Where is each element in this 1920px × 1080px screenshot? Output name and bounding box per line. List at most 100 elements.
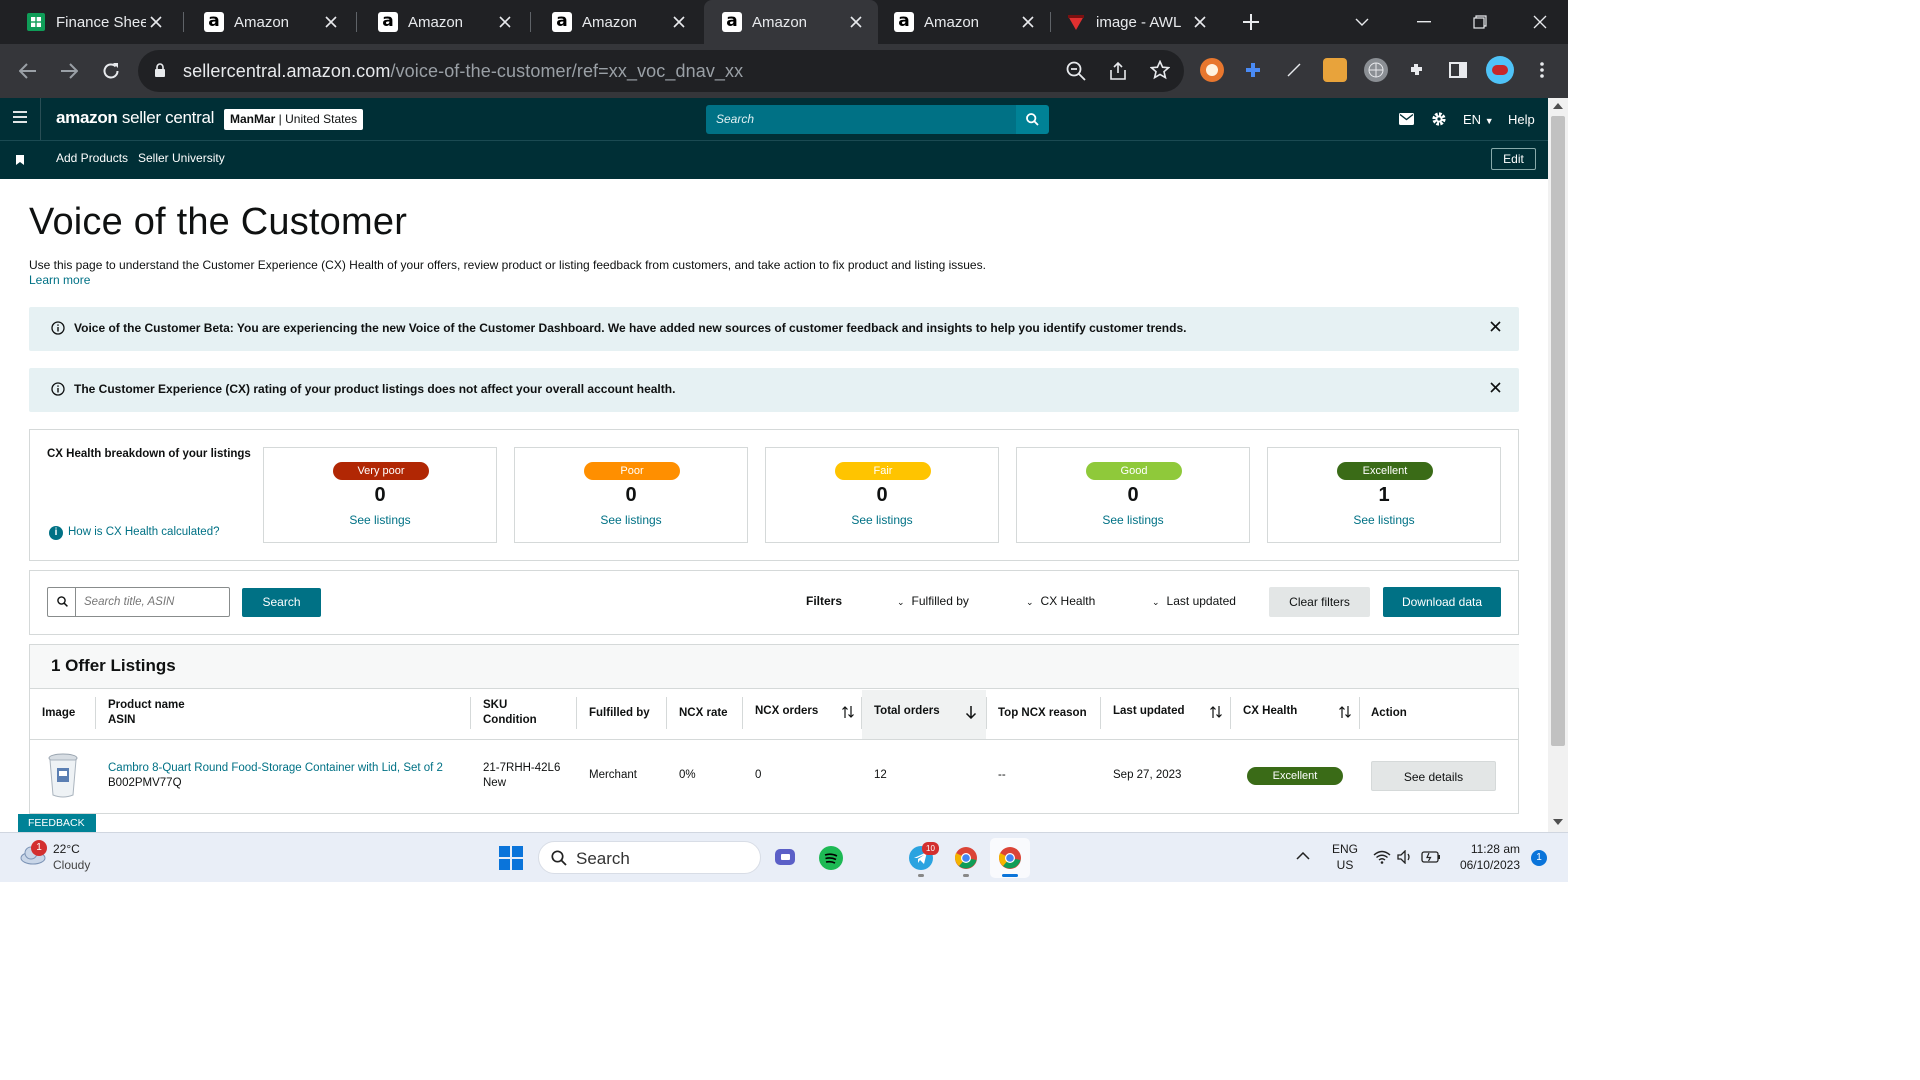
close-tab-icon[interactable] <box>1190 12 1210 32</box>
header-search-button[interactable] <box>1016 105 1049 134</box>
header-search-input[interactable]: Search <box>706 105 1016 134</box>
close-icon[interactable] <box>1490 321 1501 332</box>
close-tab-icon[interactable] <box>321 12 341 32</box>
chrome-active-icon[interactable] <box>997 845 1023 871</box>
sort-icon[interactable] <box>1339 705 1353 719</box>
extensions-puzzle-icon[interactable] <box>1405 58 1429 82</box>
seller-central-logo[interactable]: amazon seller central <box>56 108 214 128</box>
input-language[interactable]: ENG <box>1332 842 1358 856</box>
account-switcher[interactable]: ManMar | United States <box>224 109 364 130</box>
column-ncx-orders[interactable]: NCX orders <box>755 704 818 719</box>
awl-icon <box>1066 12 1086 32</box>
minimize-icon[interactable] <box>1396 0 1452 44</box>
battery-icon[interactable] <box>1421 851 1441 863</box>
chevron-up-icon[interactable] <box>1296 852 1310 860</box>
close-tab-icon[interactable] <box>846 12 866 32</box>
product-title-link[interactable]: Cambro 8-Quart Round Food-Storage Contai… <box>108 761 443 776</box>
forward-icon[interactable] <box>54 56 84 86</box>
settings-gear-icon[interactable] <box>1431 111 1447 127</box>
extension-globe-icon[interactable] <box>1364 58 1388 82</box>
search-button[interactable]: Search <box>242 588 321 617</box>
mail-icon[interactable] <box>1399 113 1414 125</box>
help-link[interactable]: Help <box>1508 112 1535 127</box>
close-tab-icon[interactable] <box>495 12 515 32</box>
close-window-icon[interactable] <box>1512 0 1568 44</box>
nav-seller-university[interactable]: Seller University <box>138 151 225 165</box>
edit-nav-button[interactable]: Edit <box>1491 148 1536 170</box>
see-listings-link[interactable]: See listings <box>1017 513 1249 527</box>
address-bar[interactable]: sellercentral.amazon.com/voice-of-the-cu… <box>138 50 1184 92</box>
tab-search-chevron-icon[interactable] <box>1334 0 1390 44</box>
profile-avatar-icon[interactable] <box>1486 56 1514 84</box>
tab-image-awl[interactable]: image - AWL <box>1050 0 1222 44</box>
share-icon[interactable] <box>1108 61 1128 81</box>
chrome-icon[interactable] <box>953 845 979 871</box>
volume-icon[interactable] <box>1397 850 1413 864</box>
reload-icon[interactable] <box>96 56 126 86</box>
tab-amazon-active[interactable]: a Amazon <box>704 0 878 44</box>
browser-toolbar: sellercentral.amazon.com/voice-of-the-cu… <box>0 44 1568 98</box>
tab-amazon-3[interactable]: a Amazon <box>526 0 701 44</box>
bookmark-icon[interactable] <box>16 155 24 165</box>
bucket-count: 0 <box>374 484 386 506</box>
tab-amazon-2[interactable]: a Amazon <box>352 0 527 44</box>
zoom-icon[interactable] <box>1066 61 1086 81</box>
nav-add-products[interactable]: Add Products <box>56 151 128 165</box>
how-cx-health-link[interactable]: How is CX Health calculated? <box>68 526 220 538</box>
input-region[interactable]: US <box>1332 858 1358 872</box>
bookmark-star-icon[interactable] <box>1150 60 1170 80</box>
spotify-icon[interactable] <box>818 845 844 871</box>
wifi-icon[interactable] <box>1373 850 1391 864</box>
close-tab-icon[interactable] <box>669 12 689 32</box>
column-cx-health[interactable]: CX Health <box>1243 704 1297 719</box>
sort-icon[interactable] <box>1210 705 1224 719</box>
column-total-orders[interactable]: Total orders <box>874 704 940 719</box>
close-tab-icon[interactable] <box>146 12 166 32</box>
restore-icon[interactable] <box>1452 0 1508 44</box>
taskbar-search[interactable]: Search <box>538 841 761 874</box>
tab-amazon-5[interactable]: a Amazon <box>878 0 1050 44</box>
fulfilled-by-dropdown[interactable]: ⌄ Fulfilled by <box>897 594 969 608</box>
cx-health-dropdown[interactable]: ⌄ CX Health <box>1026 594 1095 608</box>
active-indicator <box>1002 874 1018 877</box>
page-scrollbar[interactable] <box>1548 98 1568 832</box>
see-listings-link[interactable]: See listings <box>1268 513 1500 527</box>
weather-desc: Cloudy <box>53 858 91 872</box>
column-last-updated[interactable]: Last updated <box>1113 704 1185 719</box>
lock-icon[interactable] <box>154 63 166 78</box>
see-listings-link[interactable]: See listings <box>515 513 747 527</box>
listing-search-field[interactable] <box>47 587 230 617</box>
see-listings-link[interactable]: See listings <box>264 513 496 527</box>
extension-honey-icon[interactable] <box>1323 58 1347 82</box>
hamburger-menu-icon[interactable] <box>12 110 28 126</box>
notification-badge[interactable]: 1 <box>1531 850 1547 866</box>
download-data-button[interactable]: Download data <box>1383 587 1501 617</box>
clock-date[interactable]: 06/10/2023 <box>1450 858 1520 872</box>
back-icon[interactable] <box>13 56 43 86</box>
see-listings-link[interactable]: See listings <box>766 513 998 527</box>
browser-menu-icon[interactable] <box>1530 58 1554 82</box>
teams-chat-icon[interactable] <box>773 845 799 871</box>
extension-blue-cross-icon[interactable] <box>1241 58 1265 82</box>
listing-search-input[interactable] <box>78 589 228 615</box>
clear-filters-button[interactable]: Clear filters <box>1269 587 1370 617</box>
windows-start-icon[interactable] <box>498 845 524 871</box>
see-details-button[interactable]: See details <box>1371 761 1496 791</box>
tab-amazon-1[interactable]: a Amazon <box>178 0 353 44</box>
listings-count-title: 1 Offer Listings <box>51 656 176 675</box>
extension-orange-icon[interactable] <box>1200 58 1224 82</box>
product-thumbnail[interactable] <box>46 753 80 799</box>
learn-more-link[interactable]: Learn more <box>29 273 90 287</box>
extension-pen-icon[interactable] <box>1282 58 1306 82</box>
last-updated-dropdown[interactable]: ⌄ Last updated <box>1152 594 1236 608</box>
clock-time[interactable]: 11:28 am <box>1450 842 1520 856</box>
sort-descending-icon[interactable] <box>965 705 979 719</box>
close-tab-icon[interactable] <box>1018 12 1038 32</box>
language-selector[interactable]: EN ▼ <box>1463 112 1494 127</box>
tab-finance-sheet[interactable]: Finance Sheet <box>0 0 178 44</box>
new-tab-button[interactable] <box>1237 10 1265 34</box>
close-icon[interactable] <box>1490 382 1501 393</box>
side-panel-icon[interactable] <box>1446 58 1470 82</box>
feedback-tab[interactable]: FEEDBACK ✕ <box>18 814 96 847</box>
sort-icon[interactable] <box>842 705 856 719</box>
